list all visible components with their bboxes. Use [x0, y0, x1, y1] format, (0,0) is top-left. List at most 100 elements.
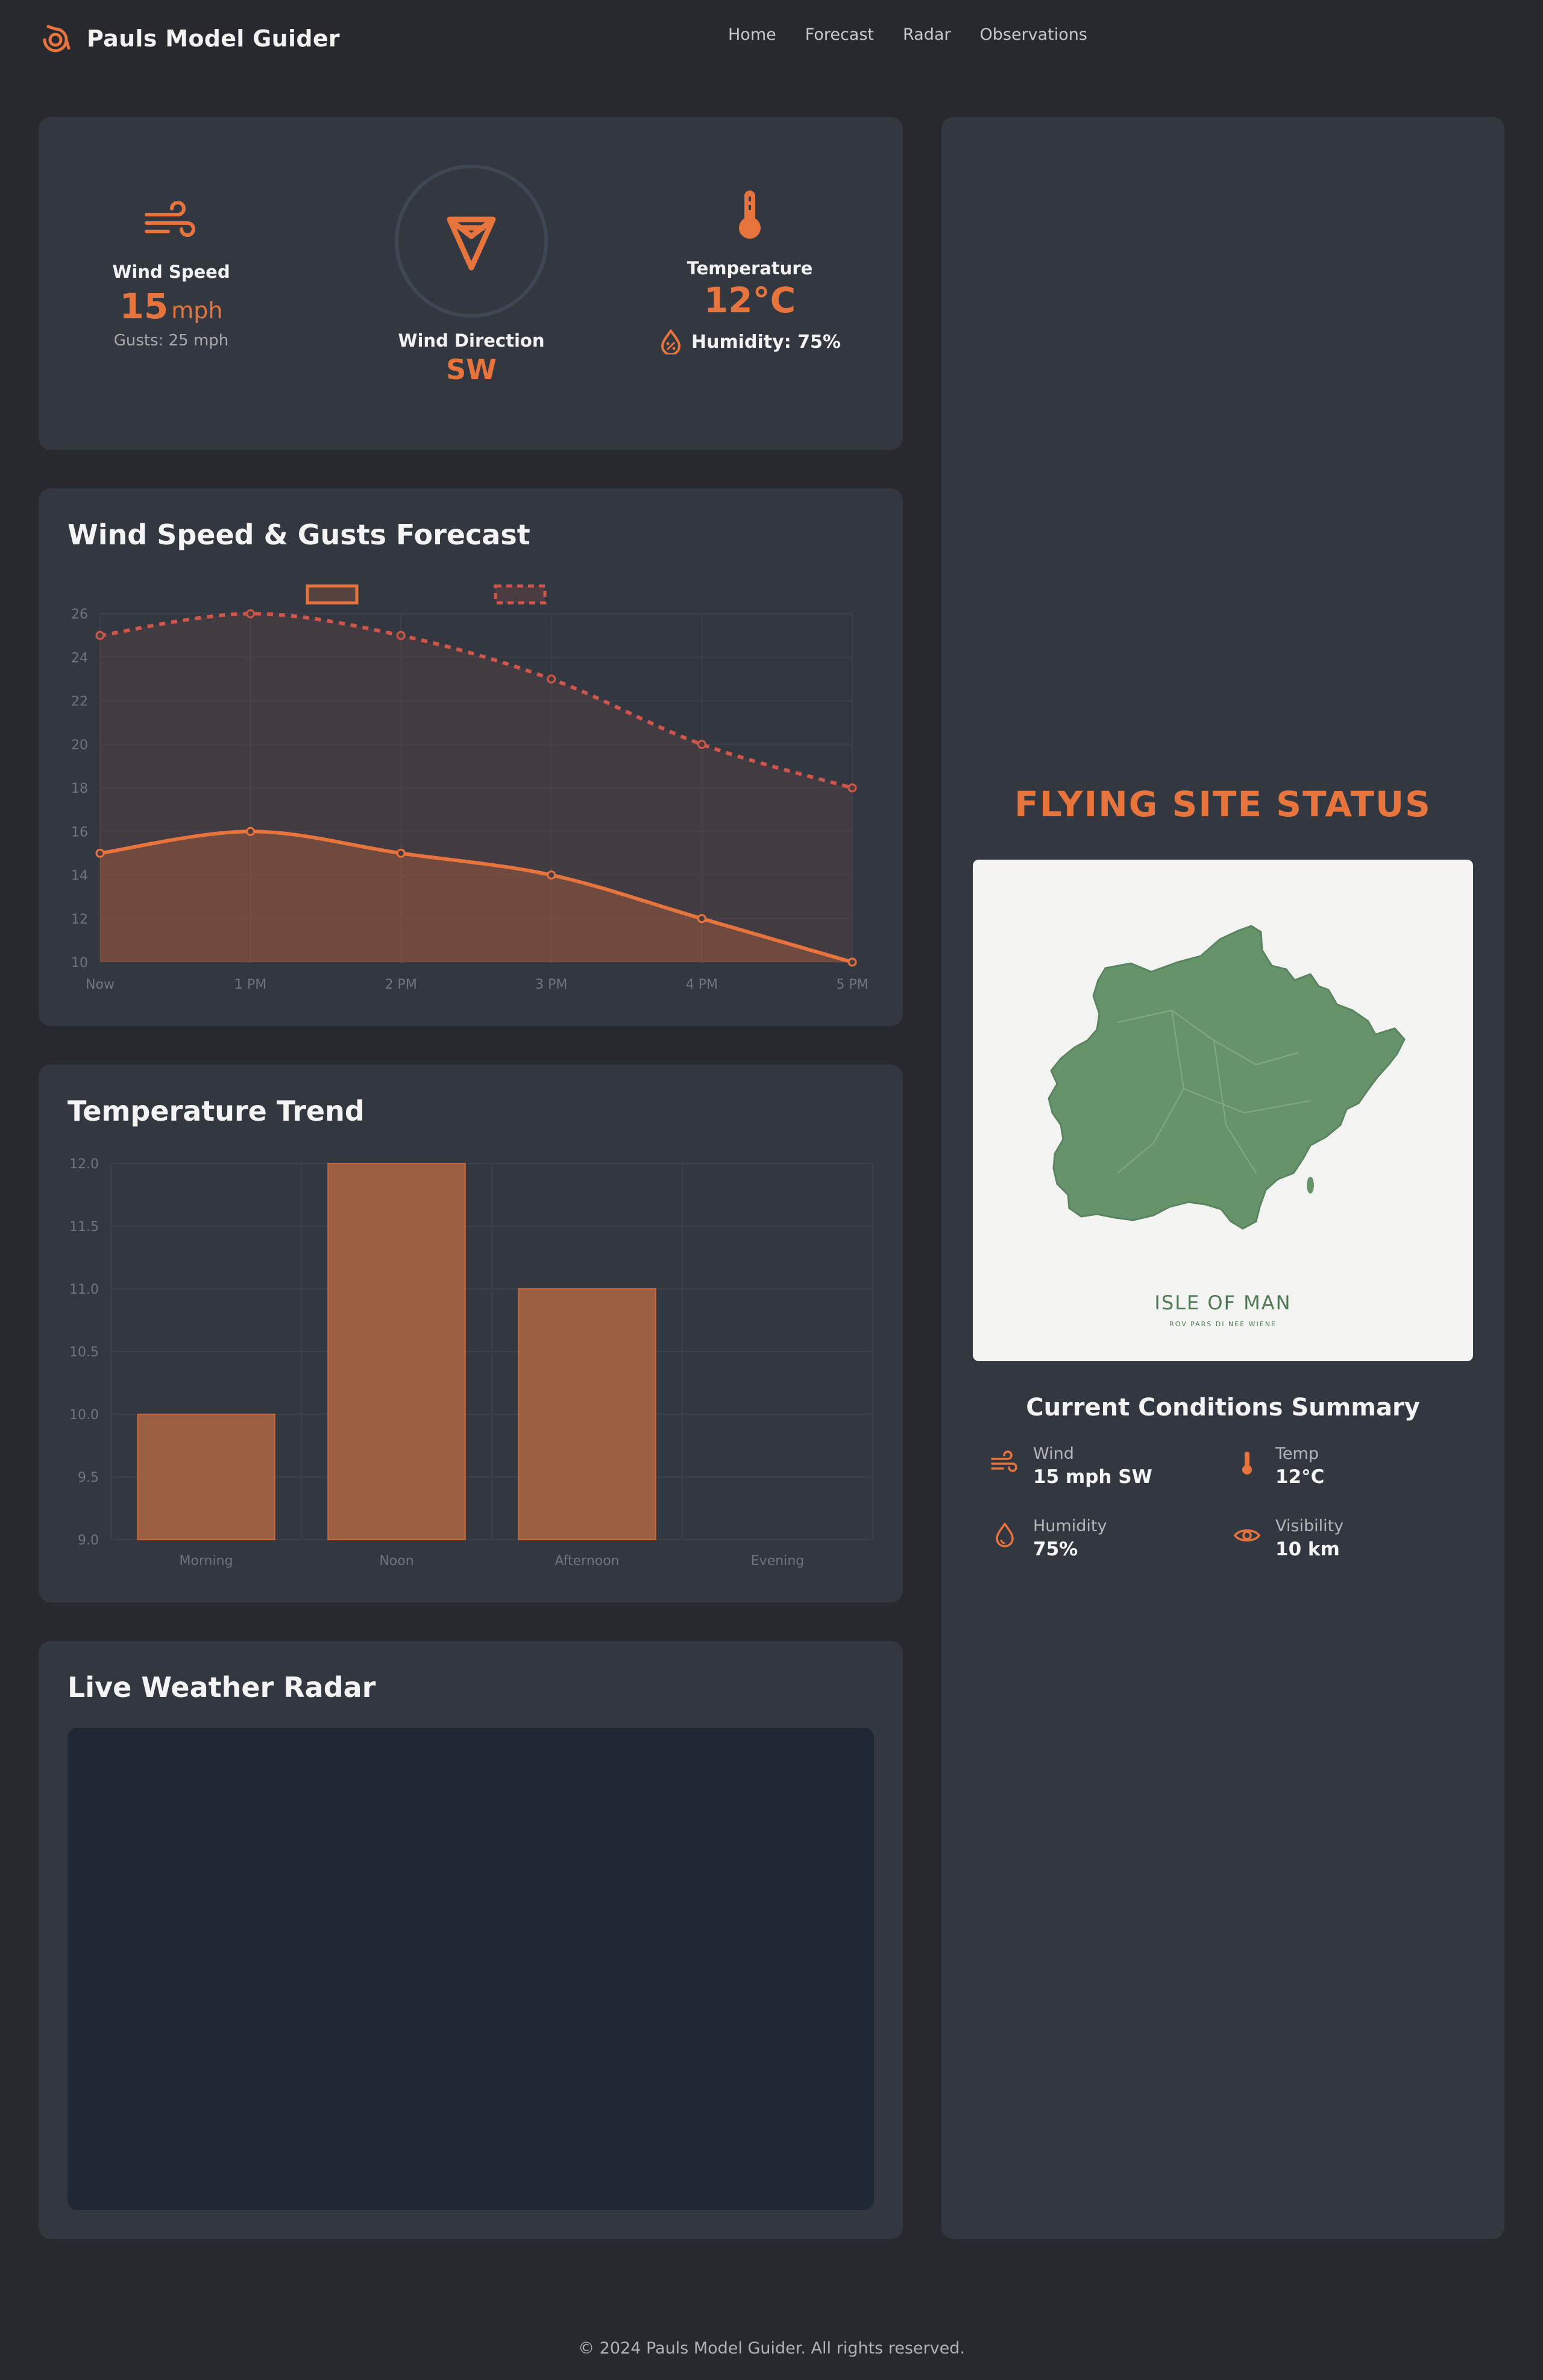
y-tick-label: 14 [71, 869, 88, 884]
temp-bar [518, 1288, 656, 1540]
summary-temp-label: Temp [1275, 1444, 1319, 1463]
data-point [697, 740, 706, 749]
wind-forecast-card: Wind Speed & Gusts Forecast 10 12 14 16 18 20… [39, 488, 903, 1026]
x-tick-label: 4 PM [686, 977, 718, 992]
temperature-chart: 9.0 9.5 10.0 10.5 11.0 11.5 12.0 Morning Noon Aft… [69, 1157, 873, 1569]
app-name: Pauls Model Guider [87, 25, 340, 52]
y-tick-label: 10.0 [69, 1408, 99, 1423]
y-tick-label: 26 [71, 607, 88, 622]
map-subtitle: ROV PARS DI NEE WIENE [1169, 1320, 1277, 1328]
y-tick-label: 10.5 [69, 1345, 99, 1360]
legend-swatch-wind [306, 584, 359, 605]
wind-icon [105, 201, 237, 250]
summary-title: Current Conditions Summary [1026, 1394, 1420, 1421]
nav-forecast[interactable]: Forecast [805, 25, 874, 44]
summary-temp-value: 12°C [1275, 1466, 1325, 1488]
header: Pauls Model Guider Home Forecast Radar O… [0, 0, 1543, 77]
footer-text: © 2024 Pauls Model Guider. All rights re… [578, 2339, 965, 2358]
wind-direction-value: SW [446, 353, 497, 386]
island-shape [1048, 925, 1406, 1230]
y-tick-label: 9.0 [78, 1533, 99, 1548]
data-point [95, 631, 105, 640]
y-tick-label: 10 [71, 955, 88, 971]
x-tick-label: 2 PM [385, 977, 417, 992]
data-point [396, 848, 406, 858]
summary-wind-value: 15 mph SW [1033, 1466, 1152, 1488]
droplet-icon [991, 1522, 1019, 1549]
summary-wind-label: Wind [1033, 1444, 1074, 1463]
thermometer-icon [1233, 1449, 1261, 1477]
summary-wind: Wind 15 mph SW [991, 1444, 1220, 1493]
map-title: ISLE OF MAN [1154, 1291, 1291, 1314]
radar-card: Live Weather Radar [39, 1641, 903, 2239]
y-tick-label: 9.5 [78, 1470, 99, 1485]
temp-bar [137, 1414, 275, 1540]
isle-of-man-map: ISLE OF MAN ROV PARS DI NEE WIENE [973, 860, 1473, 1361]
wind-icon [991, 1449, 1019, 1477]
y-tick-label: 16 [71, 825, 88, 840]
wind-speed-value: 15 [119, 286, 169, 327]
temperature-value: 12°C [703, 280, 796, 321]
x-tick-label: 5 PM [836, 977, 868, 992]
temperature-metric: Temperature 12°C Humidity: 75% [653, 189, 846, 356]
x-tick-label: Morning [179, 1554, 233, 1569]
wind-speed-label: Wind Speed [112, 262, 230, 282]
radar-title: Live Weather Radar [68, 1671, 376, 1704]
wind-direction-label: Wind Direction [398, 330, 545, 351]
data-point [547, 870, 556, 880]
cyclone-logo-icon [39, 22, 72, 55]
x-tick-label: 3 PM [535, 977, 567, 992]
nav-home[interactable]: Home [728, 25, 776, 44]
wind-chart: 10 12 14 16 18 20 22 24 26 Now 1 PM 2 PM 3 PM 4 PM 5 P… [71, 584, 869, 992]
y-tick-label: 11.0 [69, 1282, 99, 1297]
x-tick-label: Afternoon [555, 1554, 619, 1569]
temp-bar [327, 1163, 466, 1540]
data-point [847, 783, 857, 793]
summary-visibility-label: Visibility [1275, 1517, 1344, 1535]
y-tick-label: 24 [71, 650, 88, 666]
brand[interactable]: Pauls Model Guider [39, 19, 340, 58]
y-tick-label: 22 [71, 694, 88, 710]
data-point [95, 848, 105, 858]
data-point [547, 674, 556, 684]
nav-observations[interactable]: Observations [979, 25, 1087, 44]
summary-visibility: Visibility 10 km [1233, 1517, 1462, 1565]
y-tick-label: 12.0 [69, 1157, 99, 1172]
x-tick-label: Evening [751, 1554, 804, 1569]
compass-arrow-icon [394, 164, 548, 318]
summary-visibility-value: 10 km [1275, 1538, 1340, 1560]
data-point [396, 631, 406, 640]
y-tick-label: 18 [71, 781, 88, 796]
x-tick-label: 1 PM [234, 977, 266, 992]
gusts-text: Gusts: 25 mph [113, 332, 229, 350]
summary-temp: Temp 12°C [1233, 1444, 1462, 1493]
y-tick-label: 12 [71, 912, 88, 927]
summary-humidity: Humidity 75% [991, 1517, 1220, 1565]
temperature-trend-card: Temperature Trend 9.0 9.5 10.0 10.5 11.0 11.5… [39, 1065, 903, 1602]
x-tick-label: Noon [379, 1554, 413, 1569]
humidity-text: Humidity: 75% [691, 331, 841, 353]
wind-speed-unit: mph [171, 297, 223, 324]
radar-map[interactable] [68, 1728, 874, 2210]
wind-speed-metric: Wind Speed 15 mph Gusts: 25 mph [105, 201, 237, 350]
main-nav: Home Forecast Radar Observations [728, 25, 1087, 44]
humidity-drop-icon [659, 329, 683, 356]
legend-swatch-gusts [494, 584, 547, 605]
nav-radar[interactable]: Radar [903, 25, 951, 44]
flying-site-status-card: FLYING SITE STATUS ISLE OF MAN ROV PARS … [941, 117, 1504, 2239]
y-tick-label: 20 [71, 738, 88, 753]
data-point [847, 957, 857, 967]
flying-site-status-title: FLYING SITE STATUS [1014, 784, 1431, 825]
x-tick-label: Now [86, 977, 115, 992]
y-tick-label: 11.5 [69, 1220, 99, 1235]
summary-humidity-label: Humidity [1033, 1517, 1107, 1535]
summary-humidity-value: 75% [1033, 1538, 1078, 1560]
humidity-row: Humidity: 75% [653, 329, 846, 356]
current-conditions-card: Wind Speed 15 mph Gusts: 25 mph Wind Dir… [39, 117, 903, 450]
eye-icon [1233, 1522, 1261, 1549]
data-point [246, 609, 256, 619]
wind-direction-metric: Wind Direction SW [392, 164, 551, 386]
thermometer-icon [653, 189, 846, 244]
temperature-label: Temperature [687, 258, 813, 279]
data-point [697, 914, 706, 924]
